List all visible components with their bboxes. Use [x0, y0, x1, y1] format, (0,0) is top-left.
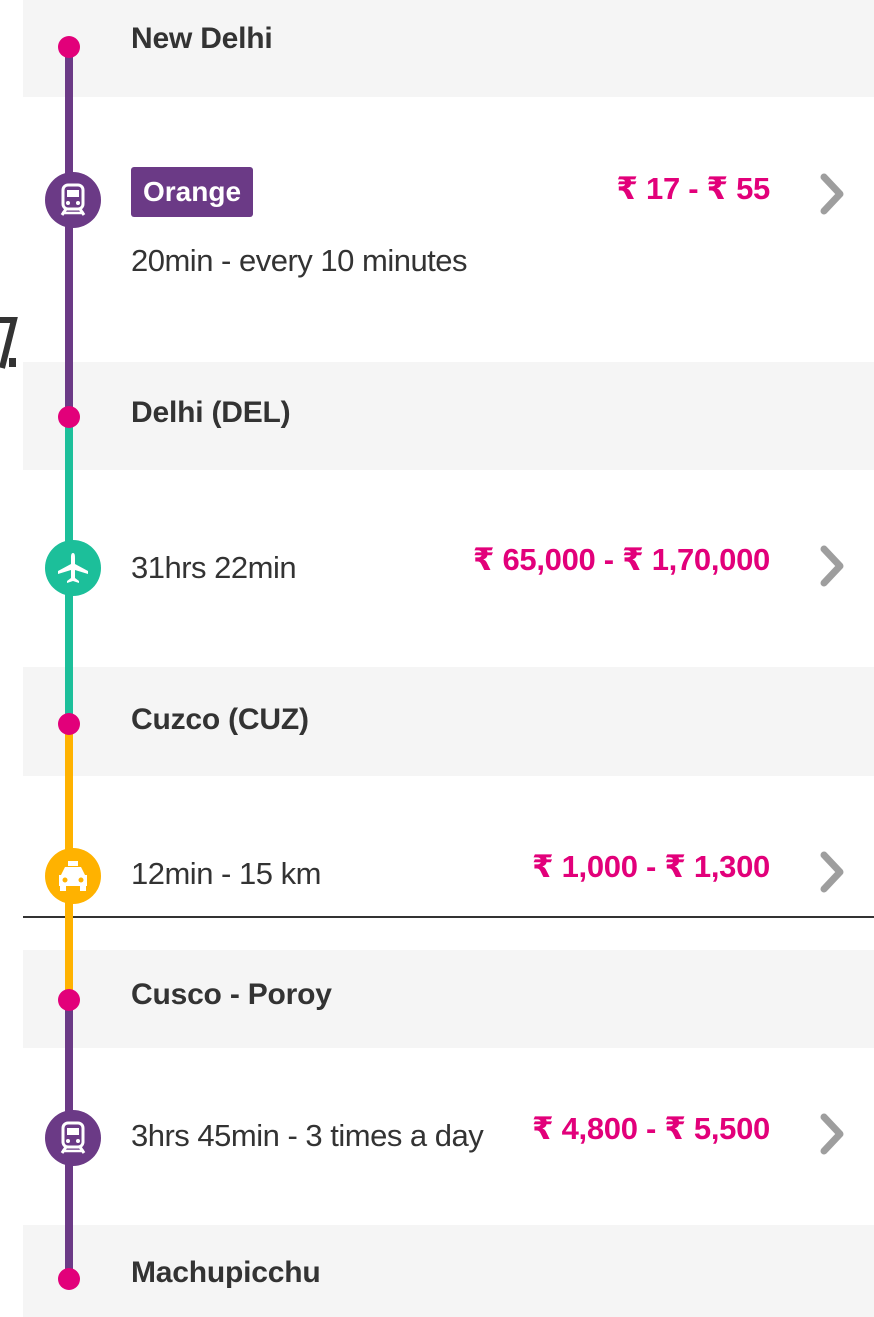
offscreen-fragment [0, 316, 18, 372]
line-badge: Orange [131, 167, 254, 217]
taxi-icon [45, 848, 101, 904]
stop-name: Cusco - Poroy [131, 978, 332, 1011]
stop-dot [58, 989, 80, 1011]
fare-range: ₹ 4,800 - ₹ 5,500 [532, 1111, 770, 1146]
segment-description: 12min - 15 km [131, 856, 321, 891]
fare-range: ₹ 65,000 - ₹ 1,70,000 [472, 542, 770, 577]
stop-name: Cuzco (CUZ) [131, 703, 309, 736]
segment-description: 20min - every 10 minutes [131, 243, 468, 278]
chevron-right-icon[interactable] [818, 1113, 846, 1155]
airplane-icon [45, 540, 101, 596]
segment-description: 31hrs 22min [131, 550, 297, 585]
train-icon [45, 1110, 101, 1166]
stop-dot [58, 1268, 80, 1290]
stop-name: Machupicchu [131, 1256, 321, 1289]
chevron-right-icon[interactable] [818, 545, 846, 587]
stop-dot [58, 36, 80, 58]
divider [23, 916, 874, 918]
route-line-train [65, 47, 73, 417]
stop-dot [58, 406, 80, 428]
fare-range: ₹ 17 - ₹ 55 [616, 171, 770, 206]
segment-description: 3hrs 45min - 3 times a day [131, 1118, 484, 1153]
stop-name: Delhi (DEL) [131, 396, 291, 429]
fare-range: ₹ 1,000 - ₹ 1,300 [532, 849, 770, 884]
train-icon [45, 172, 101, 228]
stop-name: New Delhi [131, 22, 273, 55]
chevron-right-icon[interactable] [818, 173, 846, 215]
chevron-right-icon[interactable] [818, 851, 846, 893]
stop-dot [58, 713, 80, 735]
